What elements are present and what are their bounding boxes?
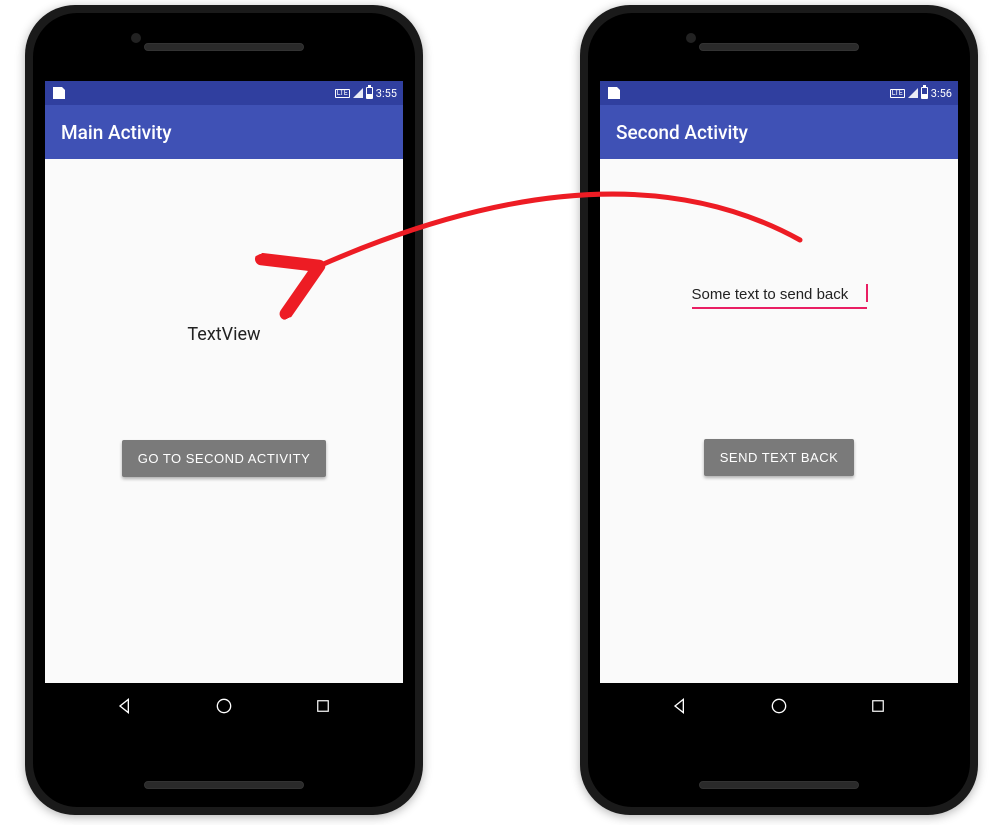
navigation-bar	[600, 683, 958, 729]
home-icon[interactable]	[213, 695, 235, 717]
device-top	[33, 13, 415, 81]
content-area: TextView GO TO SECOND ACTIVITY	[45, 159, 403, 729]
status-bar: LTE 3:56	[600, 81, 958, 105]
device-bottom	[588, 781, 970, 789]
back-icon[interactable]	[114, 695, 136, 717]
activity-title: Main Activity	[61, 121, 172, 144]
camera-icon	[131, 33, 141, 43]
status-bar: LTE 3:55	[45, 81, 403, 105]
device-frame: LTE 3:56 Second Activity SEND TEXT BACK	[580, 5, 978, 815]
action-bar: Main Activity	[45, 105, 403, 159]
speaker-icon	[699, 781, 859, 789]
text-cursor-icon	[866, 284, 868, 302]
recent-apps-icon[interactable]	[867, 695, 889, 717]
go-to-second-activity-button[interactable]: GO TO SECOND ACTIVITY	[122, 440, 327, 477]
device-frame: LTE 3:55 Main Activity TextView GO TO SE…	[25, 5, 423, 815]
lte-icon: LTE	[335, 89, 350, 98]
result-textview: TextView	[187, 324, 260, 345]
screen: LTE 3:56 Second Activity SEND TEXT BACK	[600, 81, 958, 729]
navigation-bar	[45, 683, 403, 729]
clock-text: 3:55	[376, 87, 397, 100]
back-icon[interactable]	[669, 695, 691, 717]
home-icon[interactable]	[768, 695, 790, 717]
action-bar: Second Activity	[600, 105, 958, 159]
lte-icon: LTE	[890, 89, 905, 98]
battery-icon	[366, 87, 373, 99]
speaker-icon	[144, 43, 304, 51]
device-bottom	[33, 781, 415, 789]
phone-main-activity: LTE 3:55 Main Activity TextView GO TO SE…	[25, 5, 423, 815]
edittext-container	[692, 284, 867, 309]
device-inner: LTE 3:55 Main Activity TextView GO TO SE…	[33, 13, 415, 807]
phone-second-activity: LTE 3:56 Second Activity SEND TEXT BACK	[580, 5, 978, 815]
recent-apps-icon[interactable]	[312, 695, 334, 717]
speaker-icon	[144, 781, 304, 789]
message-edittext[interactable]	[692, 286, 867, 309]
sd-card-icon	[608, 87, 620, 99]
speaker-icon	[699, 43, 859, 51]
sd-card-icon	[53, 87, 65, 99]
battery-icon	[921, 87, 928, 99]
signal-icon	[353, 88, 363, 98]
device-inner: LTE 3:56 Second Activity SEND TEXT BACK	[588, 13, 970, 807]
content-area: SEND TEXT BACK	[600, 159, 958, 729]
device-top	[588, 13, 970, 81]
clock-text: 3:56	[931, 87, 952, 100]
signal-icon	[908, 88, 918, 98]
activity-title: Second Activity	[616, 121, 748, 144]
send-text-back-button[interactable]: SEND TEXT BACK	[704, 439, 855, 476]
camera-icon	[686, 33, 696, 43]
screen: LTE 3:55 Main Activity TextView GO TO SE…	[45, 81, 403, 729]
